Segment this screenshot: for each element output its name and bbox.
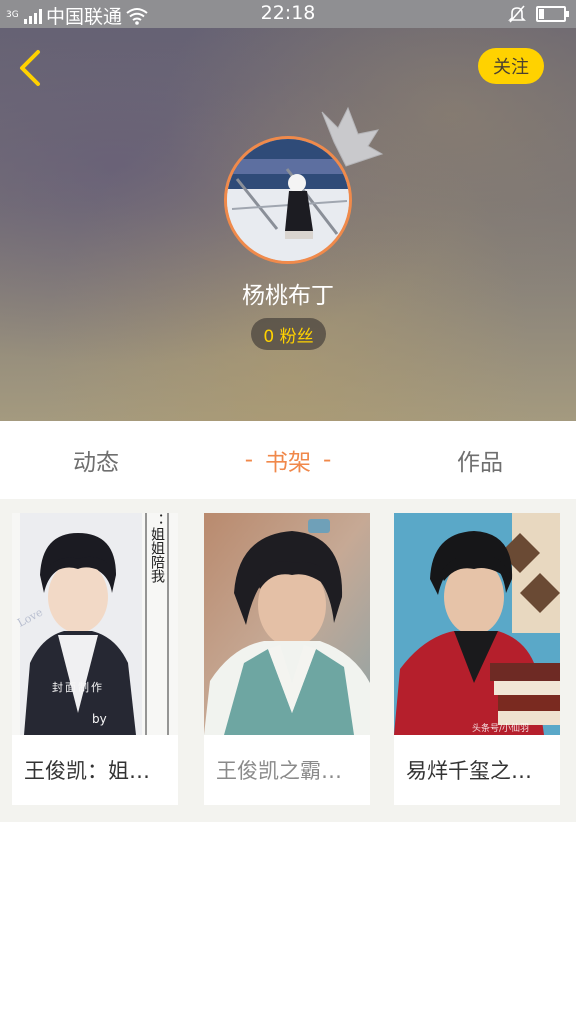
tab-works[interactable]: 作品: [384, 421, 576, 499]
book-card[interactable]: 王俊凯之霸…: [204, 513, 370, 805]
book-card[interactable]: Love 封面制作 by 王俊凯：姐姐陪我 王俊凯：姐…: [12, 513, 178, 805]
book-title: 易烊千玺之…: [406, 759, 532, 783]
book-title: 王俊凯：姐…: [24, 759, 150, 783]
tab-bookshelf[interactable]: - 书架 -: [192, 421, 384, 499]
user-nickname: 杨桃布丁: [242, 283, 334, 309]
tab-dash-right: -: [323, 447, 332, 473]
status-right: [508, 5, 569, 23]
crown-icon: [321, 106, 384, 167]
tab-dash-left: -: [244, 447, 253, 473]
book-cover: [204, 513, 370, 735]
cover-vertical-title: 王俊凯：姐姐陪我: [149, 513, 165, 583]
tab-bookshelf-label: 书架: [265, 450, 311, 476]
book-title: 王俊凯之霸…: [216, 759, 342, 783]
follow-button[interactable]: 关注: [478, 48, 544, 84]
battery-icon: [536, 6, 569, 22]
cover-watermark: 头条号/小仙羽: [472, 722, 529, 734]
profile-header: 关注 杨桃布丁 0 粉丝: [0, 28, 576, 421]
book-card[interactable]: 头条号/小仙羽 易烊千玺之…: [394, 513, 560, 805]
cover-made-by: 封面制作: [52, 680, 104, 694]
bookshelf-grid: Love 封面制作 by 王俊凯：姐姐陪我 王俊凯：姐… 王俊凯之霸… 头条号/…: [0, 499, 576, 822]
tab-activity[interactable]: 动态: [0, 421, 192, 499]
profile-page: 3G 中国联通 22:18 关注 杨桃布丁 0 粉丝 动态 - 书架 - 作品 …: [0, 0, 576, 1024]
status-time: 22:18: [260, 2, 316, 24]
profile-tabs: 动态 - 书架 - 作品: [0, 421, 576, 499]
fans-count-badge[interactable]: 0 粉丝: [251, 318, 326, 350]
cover-by: by: [92, 712, 107, 726]
mute-bell-icon: [508, 5, 526, 23]
book-cover: Love 封面制作 by 王俊凯：姐姐陪我: [12, 513, 178, 735]
back-arrow-icon[interactable]: [14, 48, 50, 88]
book-cover: 头条号/小仙羽: [394, 513, 560, 735]
status-bar: 3G 中国联通 22:18: [0, 0, 576, 28]
